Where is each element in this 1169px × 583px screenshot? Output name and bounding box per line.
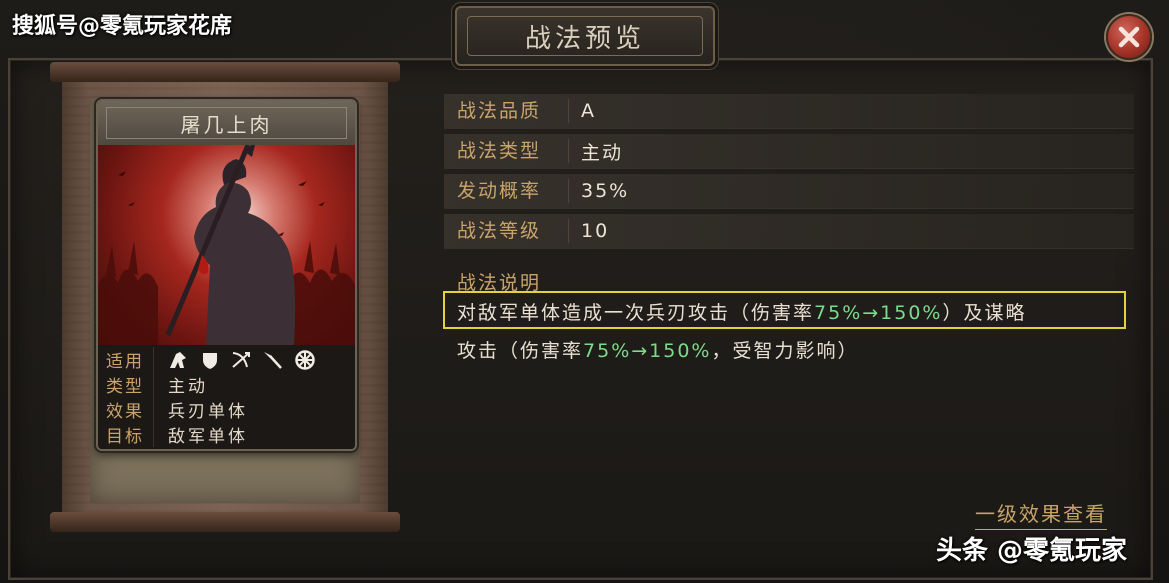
platform-watermark: 头条 @零氪玩家 — [936, 536, 1128, 566]
skill-info-value: 敌军单体 — [168, 427, 248, 447]
close-icon — [1118, 26, 1140, 48]
attribute-label: 发动概率 — [444, 179, 569, 203]
damage-rate-value: 75%→150% — [583, 340, 712, 362]
attribute-row-type: 战法类型 主动 — [444, 134, 1134, 169]
attribute-value: A — [581, 100, 596, 122]
close-button[interactable] — [1106, 14, 1152, 60]
description-line-2: 攻击（伤害率75%→150%，受智力影响） — [457, 336, 859, 363]
skill-card: 屠几上肉 适用 类型 主动 效果 兵刃单体 目标 敌军单体 — [96, 99, 357, 451]
description-line-1: 对敌军单体造成一次兵刃攻击（伤害率75%→150%）及谋略 — [457, 298, 1027, 325]
attribute-value: 35% — [581, 180, 630, 202]
description-text: 对敌军单体造成一次兵刃攻击（伤害率 — [457, 302, 815, 324]
warrior-silhouette-art — [98, 141, 355, 345]
skill-artwork — [98, 141, 355, 345]
attribute-row-level: 战法等级 10 — [444, 214, 1134, 249]
description-text: ）及谋略 — [942, 302, 1027, 324]
skill-info-label: 目标 — [98, 422, 154, 447]
troop-type-icons — [154, 349, 316, 371]
attribute-label: 战法品质 — [444, 99, 569, 123]
skill-info-row-effect: 效果 兵刃单体 — [98, 397, 355, 422]
scroll-rod-bottom — [50, 512, 400, 532]
skill-info-row-target: 目标 敌军单体 — [98, 422, 355, 447]
skill-card-info: 适用 类型 主动 效果 兵刃单体 目标 敌军单体 — [98, 345, 355, 449]
attribute-label: 战法等级 — [444, 219, 569, 243]
skill-info-value: 主动 — [168, 377, 208, 397]
skill-info-row-type: 类型 主动 — [98, 372, 355, 397]
spear-icon — [264, 351, 282, 369]
damage-rate-value: 75%→150% — [814, 302, 943, 324]
archer-icon — [232, 351, 250, 368]
source-watermark: 搜狐号@零氪玩家花席 — [12, 14, 233, 39]
dialog-title-plaque: 战法预览 — [455, 6, 715, 66]
skill-card-header: 屠几上肉 — [98, 101, 355, 145]
siege-icon — [295, 349, 315, 370]
skill-info-label: 类型 — [98, 372, 154, 397]
level-one-effect-link[interactable]: 一级效果查看 — [975, 498, 1107, 530]
skill-info-label: 适用 — [98, 347, 154, 372]
attribute-value: 主动 — [581, 141, 624, 164]
skill-info-value: 兵刃单体 — [168, 402, 248, 422]
attribute-label: 战法类型 — [444, 139, 569, 163]
skill-name: 屠几上肉 — [180, 112, 273, 137]
skill-info-row-applicable: 适用 — [98, 347, 355, 372]
description-text: 攻击（伤害率 — [457, 340, 584, 362]
game-screen: 战法预览 搜狐号@零氪玩家花席 屠几上肉 适用 类型 主动 效果 兵刃单体 目标… — [0, 0, 1169, 583]
attribute-value: 10 — [581, 220, 610, 242]
dialog-title: 战法预览 — [524, 23, 645, 54]
attribute-row-trigger-rate: 发动概率 35% — [444, 174, 1134, 209]
scroll-rod-top — [50, 62, 400, 82]
shield-icon — [203, 352, 217, 369]
skill-info-label: 效果 — [98, 397, 154, 422]
description-text: ，受智力影响） — [711, 340, 859, 362]
cavalry-icon — [170, 351, 186, 368]
dialog-title-frame: 战法预览 — [467, 16, 703, 56]
attribute-row-quality: 战法品质 A — [444, 94, 1134, 129]
